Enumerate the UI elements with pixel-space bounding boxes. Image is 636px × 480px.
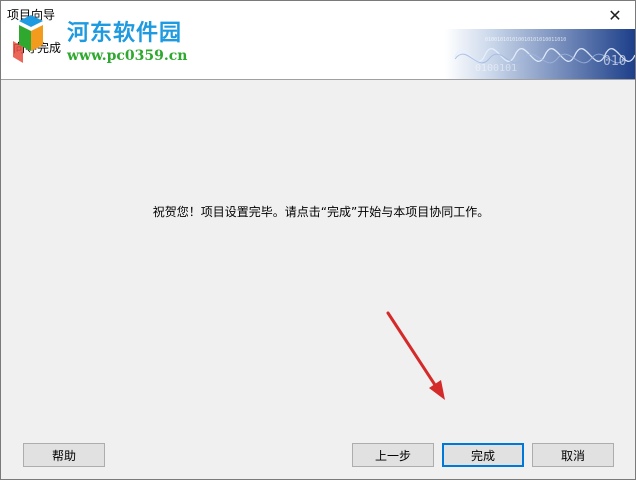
banner-digits-top: 010010101010010101010011010 xyxy=(485,37,566,43)
completion-message: 祝贺您！项目设置完毕。请点击“完成”开始与本项目协同工作。 xyxy=(152,205,490,219)
red-arrow-annotation xyxy=(386,311,445,400)
back-button[interactable]: 上一步 xyxy=(352,443,434,467)
watermark-logo-icon xyxy=(13,15,43,63)
banner-digits-right: 010 xyxy=(603,54,626,69)
banner-digits-mid: 0100101 xyxy=(475,63,517,74)
watermark-url: www.pc0359.cn xyxy=(67,48,188,64)
finish-button[interactable]: 完成 xyxy=(442,443,524,467)
project-wizard-window: 项目向导 ✕ 向导完成 010010101010010101010011010 … xyxy=(0,0,636,480)
close-button[interactable]: ✕ xyxy=(595,1,635,29)
wave-banner-image: 010010101010010101010011010 0100101 010 xyxy=(445,29,635,79)
cancel-button[interactable]: 取消 xyxy=(532,443,614,467)
watermark-title: 河东软件园 xyxy=(67,20,183,46)
help-button[interactable]: 帮助 xyxy=(23,443,105,467)
close-icon: ✕ xyxy=(608,5,622,25)
